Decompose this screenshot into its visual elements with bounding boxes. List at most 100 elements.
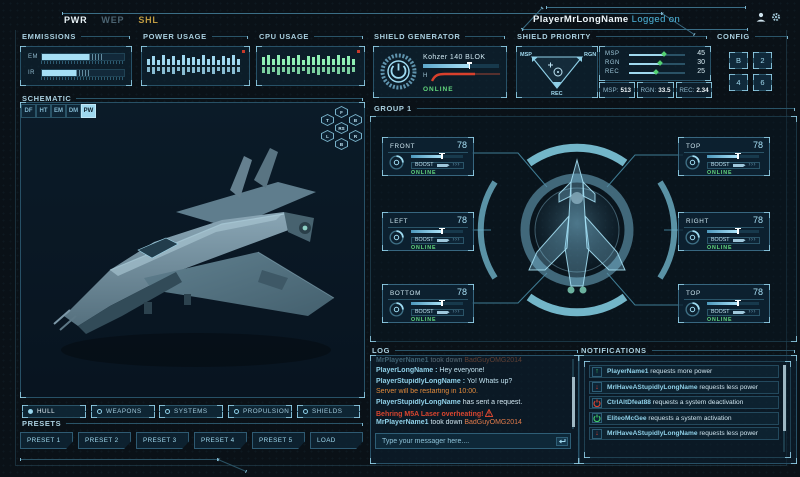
dot-icon xyxy=(165,409,170,414)
dot-icon xyxy=(28,409,33,414)
segment-power-gauge-icon[interactable] xyxy=(684,301,701,318)
generator-power-slider[interactable] xyxy=(423,64,499,68)
log-scrollbar[interactable] xyxy=(572,359,574,429)
log-message: MrPlayerName1 took down BadGuyOMG2014 xyxy=(376,419,570,429)
player-status: PlayerMrLongName Logged on xyxy=(533,14,680,25)
ir-label: IR xyxy=(28,70,35,76)
segment-power-gauge-icon[interactable] xyxy=(684,154,701,171)
eq-bar xyxy=(277,50,280,82)
schematic-tab-dm[interactable]: DM xyxy=(66,104,81,118)
preset-1-button[interactable]: PRESET 1 xyxy=(20,432,73,449)
player-name: PlayerMrLongName xyxy=(533,14,629,25)
eq-bar xyxy=(267,50,270,82)
segment-power-gauge-icon[interactable] xyxy=(388,301,405,318)
segment-value: 78 xyxy=(753,215,763,225)
user-icon[interactable] xyxy=(756,12,766,22)
segment-value: 78 xyxy=(457,287,467,297)
shield-segment-panel: BOTTOM 78 BOOST ONLINE xyxy=(382,284,474,323)
log-title: LOG xyxy=(372,346,578,355)
systems-button[interactable]: SYSTEMS xyxy=(159,405,223,418)
tab-shl[interactable]: SHL xyxy=(138,15,158,25)
log-player-name: MrPlayerName1 xyxy=(376,419,429,426)
power-usage-title: POWER USAGE xyxy=(143,32,248,41)
preset-5-button[interactable]: PRESET 5 xyxy=(252,432,305,449)
top-nav-tabs: PWR WEP SHL xyxy=(64,15,159,25)
chat-input[interactable] xyxy=(375,433,571,449)
eq-bar xyxy=(182,50,185,82)
ship-schematic-render xyxy=(26,118,358,386)
schematic-tab-ht[interactable]: HT xyxy=(36,104,51,118)
tab-wep[interactable]: WEP xyxy=(101,15,124,25)
segment-status: ONLINE xyxy=(707,245,732,251)
segment-power-slider[interactable] xyxy=(411,230,463,233)
shield-segment-panel: TOP 78 BOOST ONLINE xyxy=(678,137,770,176)
segment-boost-button[interactable]: BOOST xyxy=(411,237,464,245)
schematic-tab-df[interactable]: DF xyxy=(21,104,36,118)
preset-4-button[interactable]: PRESET 4 xyxy=(194,432,247,449)
eq-bar xyxy=(167,50,170,82)
segment-power-gauge-icon[interactable] xyxy=(388,154,405,171)
segment-power-gauge-icon[interactable] xyxy=(684,229,701,246)
enter-icon[interactable] xyxy=(556,437,568,446)
log-text: Behring M5A Laser overheating! xyxy=(376,411,485,418)
shield-segment-panel: FRONT 78 BOOST ONLINE xyxy=(382,137,474,176)
segment-boost-button[interactable]: BOOST xyxy=(411,162,464,170)
eq-bar xyxy=(292,50,295,82)
schematic-tab-em[interactable]: EM xyxy=(51,104,66,118)
segment-value: 78 xyxy=(753,287,763,297)
eq-bar xyxy=(162,50,165,82)
segment-value: 78 xyxy=(753,140,763,150)
log-player-name: PlayerLongName : xyxy=(376,367,439,374)
segment-power-slider[interactable] xyxy=(707,155,759,158)
eq-bar xyxy=(207,50,210,82)
segment-boost-button[interactable]: BOOST xyxy=(707,309,760,317)
shield-priority-title: SHIELD PRIORITY xyxy=(517,32,707,41)
presets-title: PRESETS xyxy=(22,419,363,428)
segment-power-slider[interactable] xyxy=(411,155,463,158)
eq-bar xyxy=(337,50,340,82)
segment-power-slider[interactable] xyxy=(707,302,759,305)
weapons-button[interactable]: WEAPONS xyxy=(91,405,155,418)
notifications-scrollbar[interactable] xyxy=(783,365,785,452)
segment-name: TOP xyxy=(686,143,701,150)
preset-2-button[interactable]: PRESET 2 xyxy=(78,432,131,449)
segment-power-slider[interactable] xyxy=(707,230,759,233)
segment-boost-button[interactable]: BOOST xyxy=(707,162,760,170)
config-button-2[interactable]: 2 xyxy=(753,52,772,69)
eq-bar xyxy=(327,50,330,82)
priority-slider-row[interactable]: REC 25 xyxy=(605,69,705,78)
priority-slider-row[interactable]: RGN 30 xyxy=(605,60,705,69)
notification-item[interactable]: CtrlAltDfeat88 requests a system deactiv… xyxy=(589,396,779,409)
eq-bar xyxy=(262,50,265,82)
hull-button[interactable]: HULL xyxy=(22,405,86,418)
log-text: BadGuyOMG2014 xyxy=(464,357,522,364)
hex-button-f[interactable]: F xyxy=(335,106,348,118)
config-button-4[interactable]: 6 xyxy=(753,74,772,91)
notification-item[interactable]: EliteoMcGee requests a system activation xyxy=(589,412,779,425)
gear-icon[interactable] xyxy=(771,12,781,22)
preset-3-button[interactable]: PRESET 3 xyxy=(136,432,189,449)
generator-power-icon[interactable] xyxy=(380,53,417,90)
schematic-tab-pw[interactable]: PW xyxy=(81,104,96,118)
notification-item[interactable]: ↓ MrIHaveAStupidlyLongName requests less… xyxy=(589,381,779,394)
segment-boost-button[interactable]: BOOST xyxy=(707,237,760,245)
priority-slider-row[interactable]: MSP 45 xyxy=(605,51,705,60)
notification-item[interactable]: ↑ PlayerName1 requests more power xyxy=(589,365,779,378)
stat-msp: MSP:513 xyxy=(599,82,635,98)
config-button-3[interactable]: 4 xyxy=(729,74,748,91)
eq-bar xyxy=(272,50,275,82)
segment-power-slider[interactable] xyxy=(411,302,463,305)
load-button[interactable]: LOAD xyxy=(310,432,363,449)
arrow-up-icon: ↑ xyxy=(595,368,599,375)
notification-item[interactable]: ↓ MrIHaveAStupidlyLongName requests less… xyxy=(589,427,779,440)
shields-button[interactable]: SHIELDS xyxy=(297,405,360,418)
segment-boost-button[interactable]: BOOST xyxy=(411,309,464,317)
tab-pwr[interactable]: PWR xyxy=(64,15,87,25)
config-button-1[interactable]: B xyxy=(729,52,748,69)
segment-status: ONLINE xyxy=(411,317,436,323)
notifications-title: NOTIFICATIONS xyxy=(581,346,795,355)
priority-triangle-control[interactable]: MSP RGN REC xyxy=(518,48,596,96)
segment-power-gauge-icon[interactable] xyxy=(388,229,405,246)
propulsion-button[interactable]: PROPULSION xyxy=(228,405,292,418)
eq-bar xyxy=(237,50,240,82)
